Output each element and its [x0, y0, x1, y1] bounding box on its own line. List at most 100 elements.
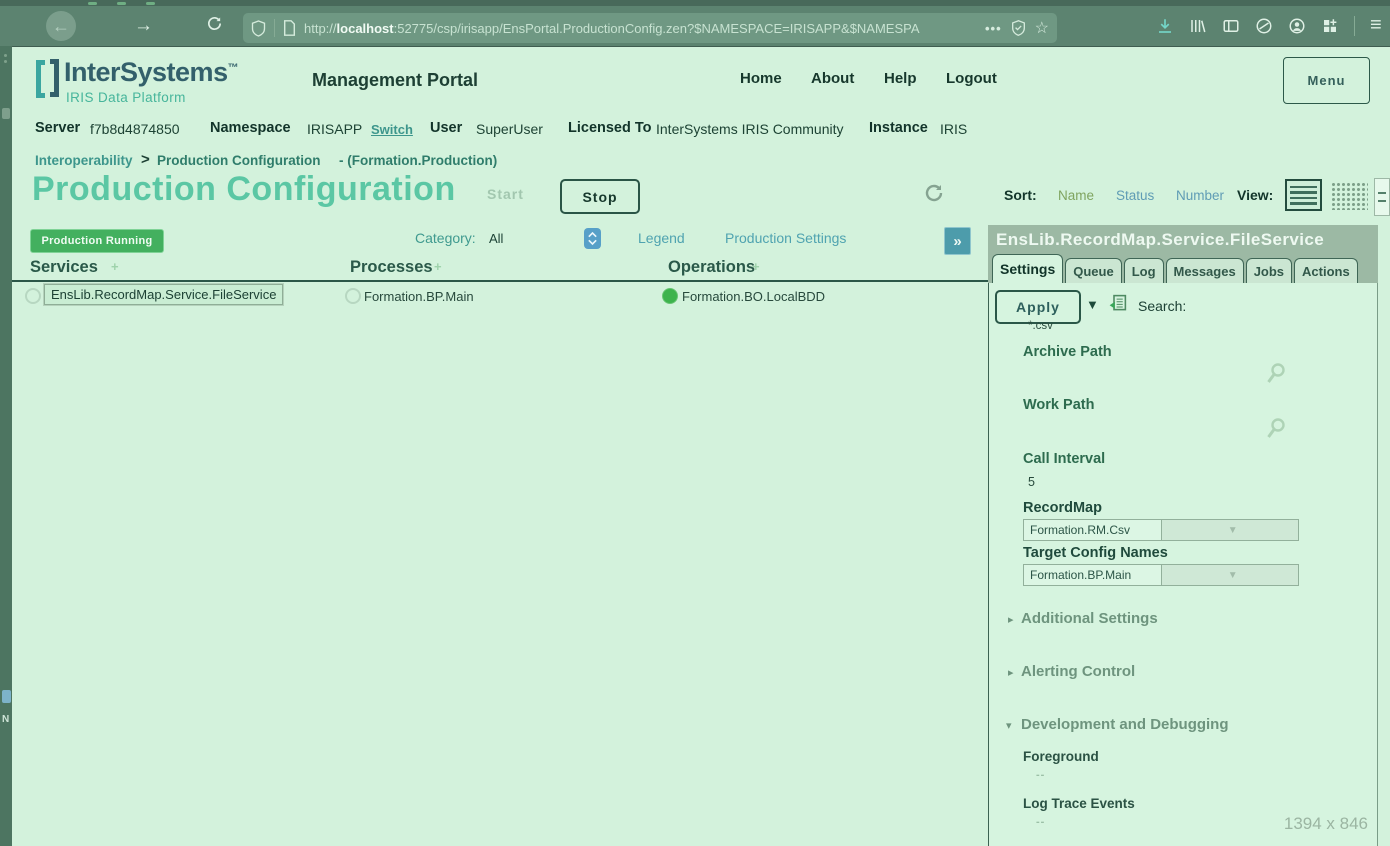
- call-interval-value[interactable]: 5: [1028, 475, 1035, 489]
- archive-path-browse-icon[interactable]: [1264, 362, 1288, 388]
- account-icon[interactable]: [1288, 17, 1306, 35]
- sort-by-name[interactable]: Name: [1058, 188, 1094, 203]
- right-edge-strip: [1378, 283, 1390, 846]
- breadcrumb-root[interactable]: Interoperability: [35, 153, 133, 168]
- toolbar-icon-cluster: ≡: [1156, 14, 1382, 37]
- url-overflow-icon[interactable]: •••: [985, 21, 1002, 36]
- target-config-select-arrow-icon[interactable]: ▼: [1161, 565, 1299, 585]
- tab-log[interactable]: Log: [1124, 258, 1164, 283]
- nav-help-link[interactable]: Help: [884, 70, 917, 87]
- work-path-browse-icon[interactable]: [1264, 417, 1288, 443]
- switch-namespace-link[interactable]: Switch: [371, 122, 413, 137]
- apply-button[interactable]: Apply: [995, 290, 1081, 324]
- menu-button[interactable]: Menu: [1283, 57, 1370, 104]
- tab-messages[interactable]: Messages: [1166, 258, 1244, 283]
- tab-queue[interactable]: Queue: [1065, 258, 1121, 283]
- refresh-indicator-icon[interactable]: [922, 181, 946, 205]
- service-status-indicator: [25, 288, 41, 304]
- user-label: User: [430, 120, 462, 136]
- strip-badge: [2, 108, 10, 119]
- sort-by-number[interactable]: Number: [1176, 188, 1224, 203]
- sort-by-status[interactable]: Status: [1116, 188, 1154, 203]
- nav-about-link[interactable]: About: [811, 70, 854, 87]
- brand-subtitle: IRIS Data Platform: [66, 90, 186, 105]
- production-settings-link[interactable]: Production Settings: [725, 230, 846, 246]
- browser-chrome: ← → ⌂ http://localhost:52775/csp/irisapp…: [0, 0, 1390, 47]
- sidebar-toggle-icon[interactable]: [1222, 17, 1240, 35]
- url-text[interactable]: http://localhost:52775/csp/irisapp/EnsPo…: [304, 21, 985, 36]
- nav-home-link[interactable]: Home: [740, 70, 782, 87]
- brand-tm: ™: [228, 62, 239, 74]
- extension-circle-icon[interactable]: [1255, 17, 1273, 35]
- file-spec-value: *.csv: [1028, 320, 1053, 332]
- extensions-puzzle-icon[interactable]: [1321, 17, 1339, 35]
- toolbar-divider: [1354, 16, 1355, 36]
- category-label: Category:: [415, 230, 476, 246]
- view-grid-icon[interactable]: [1331, 182, 1368, 210]
- reload-button[interactable]: [206, 15, 223, 32]
- start-button[interactable]: Start: [487, 186, 524, 202]
- expand-panel-button[interactable]: »: [944, 227, 971, 255]
- legend-link[interactable]: Legend: [638, 230, 685, 246]
- operation-item[interactable]: Formation.BO.LocalBDD: [682, 289, 825, 304]
- server-value: f7b8d4874850: [90, 121, 180, 137]
- window-control-minimize-icon[interactable]: [117, 2, 126, 5]
- instance-value: IRIS: [940, 121, 967, 137]
- server-label: Server: [35, 120, 80, 136]
- intersystems-logo-icon[interactable]: [34, 56, 61, 102]
- operations-column-header: Operations: [668, 258, 755, 277]
- service-item-selected[interactable]: EnsLib.RecordMap.Service.FileService: [44, 284, 283, 305]
- panel-title: EnsLib.RecordMap.Service.FileService: [988, 225, 1378, 255]
- stop-button[interactable]: Stop: [560, 179, 640, 214]
- view-label: View:: [1237, 187, 1273, 203]
- recordmap-select[interactable]: Formation.RM.Csv ▼: [1023, 519, 1299, 541]
- production-status-badge: Production Running: [30, 229, 164, 253]
- additional-settings-arrow-icon[interactable]: ▸: [1008, 613, 1014, 626]
- nav-logout-link[interactable]: Logout: [946, 70, 997, 87]
- alerting-control-arrow-icon[interactable]: ▸: [1008, 666, 1014, 679]
- window-control-zoom-icon[interactable]: [146, 2, 155, 5]
- operation-status-indicator: [662, 288, 678, 304]
- shield-check-icon[interactable]: [1011, 20, 1026, 36]
- licensed-label: Licensed To: [568, 120, 652, 136]
- breadcrumb-current[interactable]: Production Configuration: [157, 153, 320, 168]
- copy-settings-icon[interactable]: [1107, 293, 1128, 314]
- menu-hamburger-icon[interactable]: ≡: [1370, 14, 1382, 37]
- bookmark-star-icon[interactable]: ☆: [1035, 18, 1049, 38]
- left-edge-strip: N: [0, 46, 12, 846]
- work-path-label: Work Path: [1023, 397, 1094, 413]
- downloads-icon[interactable]: [1156, 17, 1174, 35]
- section-alerting-control[interactable]: Alerting Control: [1021, 663, 1135, 680]
- page-info-icon[interactable]: [283, 20, 296, 36]
- development-arrow-icon[interactable]: ▾: [1006, 719, 1012, 732]
- search-label: Search:: [1138, 298, 1186, 314]
- portal-title: Management Portal: [312, 70, 478, 91]
- brand-name[interactable]: InterSystems™: [64, 57, 238, 88]
- tab-settings[interactable]: Settings: [992, 254, 1063, 283]
- forward-button[interactable]: →: [134, 16, 153, 35]
- category-value[interactable]: All: [489, 231, 503, 246]
- foreground-label: Foreground: [1023, 749, 1099, 764]
- tab-actions[interactable]: Actions: [1294, 258, 1358, 283]
- window-control-close-icon[interactable]: [88, 2, 97, 5]
- section-additional-settings[interactable]: Additional Settings: [1021, 610, 1158, 627]
- add-process-icon[interactable]: +: [434, 259, 442, 274]
- view-list-icon[interactable]: [1285, 179, 1322, 211]
- add-service-icon[interactable]: +: [111, 259, 119, 274]
- panel-splitter-handle[interactable]: [1374, 178, 1390, 216]
- url-bar[interactable]: http://localhost:52775/csp/irisapp/EnsPo…: [243, 13, 1057, 43]
- shield-permissions-icon[interactable]: [251, 20, 266, 37]
- apply-dropdown-icon[interactable]: ▼: [1086, 297, 1099, 312]
- library-icon[interactable]: [1189, 17, 1207, 35]
- processes-column-header: Processes: [350, 258, 433, 277]
- target-config-select[interactable]: Formation.BP.Main ▼: [1023, 564, 1299, 586]
- recordmap-select-arrow-icon[interactable]: ▼: [1161, 520, 1299, 540]
- process-item[interactable]: Formation.BP.Main: [364, 289, 474, 304]
- tab-jobs[interactable]: Jobs: [1246, 258, 1292, 283]
- section-development-debugging[interactable]: Development and Debugging: [1021, 716, 1229, 733]
- add-operation-icon[interactable]: +: [752, 259, 760, 274]
- breadcrumb-detail: - (Formation.Production): [339, 153, 497, 168]
- category-select-stepper-icon[interactable]: [584, 228, 601, 249]
- back-button[interactable]: ←: [46, 11, 76, 41]
- strip-dot: [4, 60, 7, 63]
